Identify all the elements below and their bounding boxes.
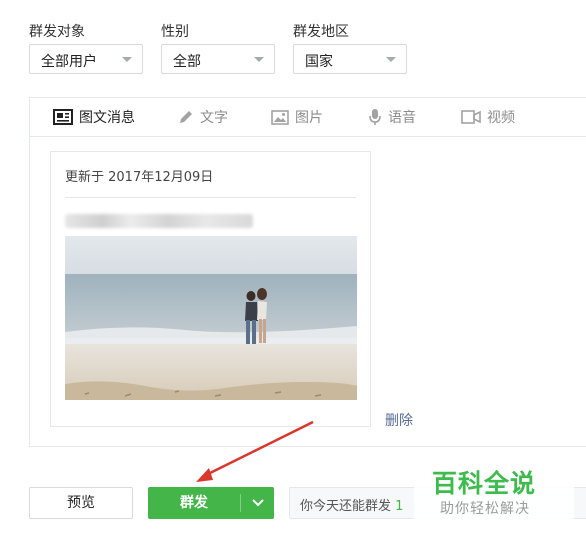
send-quota-text: 你今天还能群发 1 [300, 499, 404, 514]
gender-select-value: 全部 [173, 54, 201, 70]
microphone-icon [368, 108, 382, 126]
article-updated-date: 更新于 2017年12月09日 [65, 170, 214, 185]
image-icon [271, 109, 289, 125]
preview-button[interactable]: 预览 [29, 487, 133, 519]
article-icon [53, 109, 73, 125]
region-filter-label: 群发地区 [293, 24, 349, 40]
tab-image-label: 图片 [295, 110, 323, 126]
send-button-label: 群发 [180, 495, 208, 511]
region-select[interactable]: 国家 [293, 44, 407, 74]
video-icon [461, 110, 481, 124]
audience-select-value: 全部用户 [41, 54, 97, 70]
pencil-icon [178, 109, 194, 125]
message-editor-panel: 图文消息 文字 图片 语音 视频 更新于 2017年12月09日 删除 [29, 97, 586, 447]
message-type-tabs: 图文消息 文字 图片 语音 视频 [30, 98, 586, 137]
tab-video[interactable]: 视频 [461, 107, 515, 127]
tab-article[interactable]: 图文消息 [53, 107, 135, 127]
article-card[interactable]: 更新于 2017年12月09日 [50, 151, 371, 427]
dropdown-caret-icon [122, 57, 132, 62]
tab-voice[interactable]: 语音 [368, 107, 416, 127]
tab-text-label: 文字 [200, 110, 228, 126]
region-select-value: 国家 [305, 54, 333, 70]
send-button-separator [240, 494, 241, 512]
chevron-down-icon[interactable] [251, 495, 265, 515]
watermark-subtitle: 助你轻松解决 [440, 501, 530, 517]
watermark-title: 百科全说 [432, 469, 537, 498]
dropdown-caret-icon [386, 57, 396, 62]
gender-select[interactable]: 全部 [161, 44, 275, 74]
dropdown-caret-icon [254, 57, 264, 62]
blurred-article-title [65, 214, 253, 228]
watermark-logo: 百科全说 助你轻松解决 [414, 462, 574, 522]
tab-video-label: 视频 [487, 110, 515, 126]
tab-image[interactable]: 图片 [271, 107, 323, 127]
tab-text[interactable]: 文字 [178, 107, 228, 127]
card-divider [65, 197, 356, 198]
send-quota-count: 1 [395, 499, 404, 514]
audience-select[interactable]: 全部用户 [29, 44, 143, 74]
tab-article-label: 图文消息 [79, 110, 135, 126]
article-cover-image [65, 236, 357, 400]
audience-filter-label: 群发对象 [29, 24, 85, 40]
tab-voice-label: 语音 [388, 110, 416, 126]
gender-filter-label: 性别 [161, 24, 189, 40]
send-button[interactable]: 群发 [148, 487, 274, 519]
delete-link[interactable]: 删除 [385, 410, 413, 430]
